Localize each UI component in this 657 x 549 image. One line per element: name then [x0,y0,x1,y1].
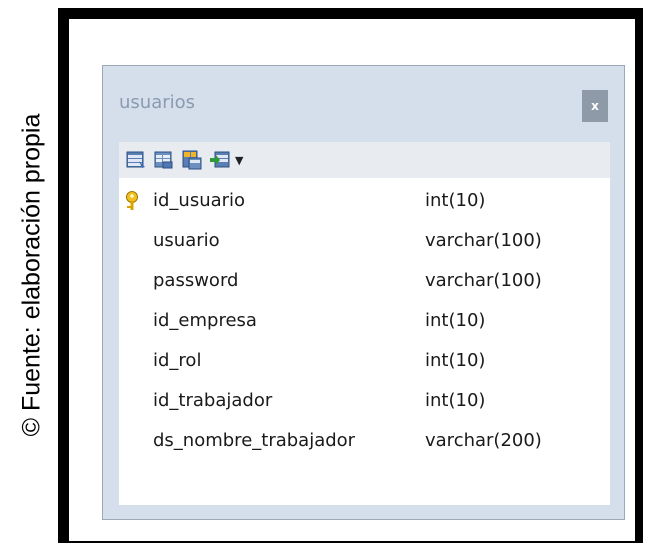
source-caption: © Fuente: elaboración propia [17,113,46,437]
column-row[interactable]: usuario varchar(100) [119,222,610,262]
table-title: usuarios [119,92,196,113]
column-type: int(10) [425,310,486,331]
close-button[interactable]: x [582,90,608,122]
relations-icon[interactable] [181,149,203,171]
column-list: id_usuario int(10) usuario varchar(100) … [119,178,610,505]
column-name: ds_nombre_trabajador [153,430,356,451]
column-name: id_empresa [153,310,257,331]
column-name: usuario [153,230,220,251]
primary-key-icon [123,190,141,212]
chevron-down-icon[interactable]: ▼ [235,154,243,167]
column-row[interactable]: id_rol int(10) [119,342,610,382]
column-name: id_usuario [153,190,246,211]
column-name: password [153,270,239,291]
column-row[interactable]: password varchar(100) [119,262,610,302]
table-toolbar: ▼ [119,142,610,178]
column-type: varchar(200) [425,430,542,451]
column-type: int(10) [425,350,486,371]
column-row[interactable]: id_usuario int(10) [119,182,610,222]
column-type: varchar(100) [425,230,542,251]
table-properties-icon[interactable] [125,149,147,171]
export-icon[interactable] [209,149,231,171]
column-row[interactable]: id_trabajador int(10) [119,382,610,422]
column-row[interactable]: id_empresa int(10) [119,302,610,342]
column-type: int(10) [425,190,486,211]
column-name: id_trabajador [153,390,273,411]
column-name: id_rol [153,350,202,371]
column-type: int(10) [425,390,486,411]
table-panel[interactable]: usuarios x ▼ id_usuario int(10) usuario … [102,65,625,520]
close-icon: x [591,99,599,113]
column-row[interactable]: ds_nombre_trabajador varchar(200) [119,422,610,462]
column-type: varchar(100) [425,270,542,291]
table-view-icon[interactable] [153,149,175,171]
